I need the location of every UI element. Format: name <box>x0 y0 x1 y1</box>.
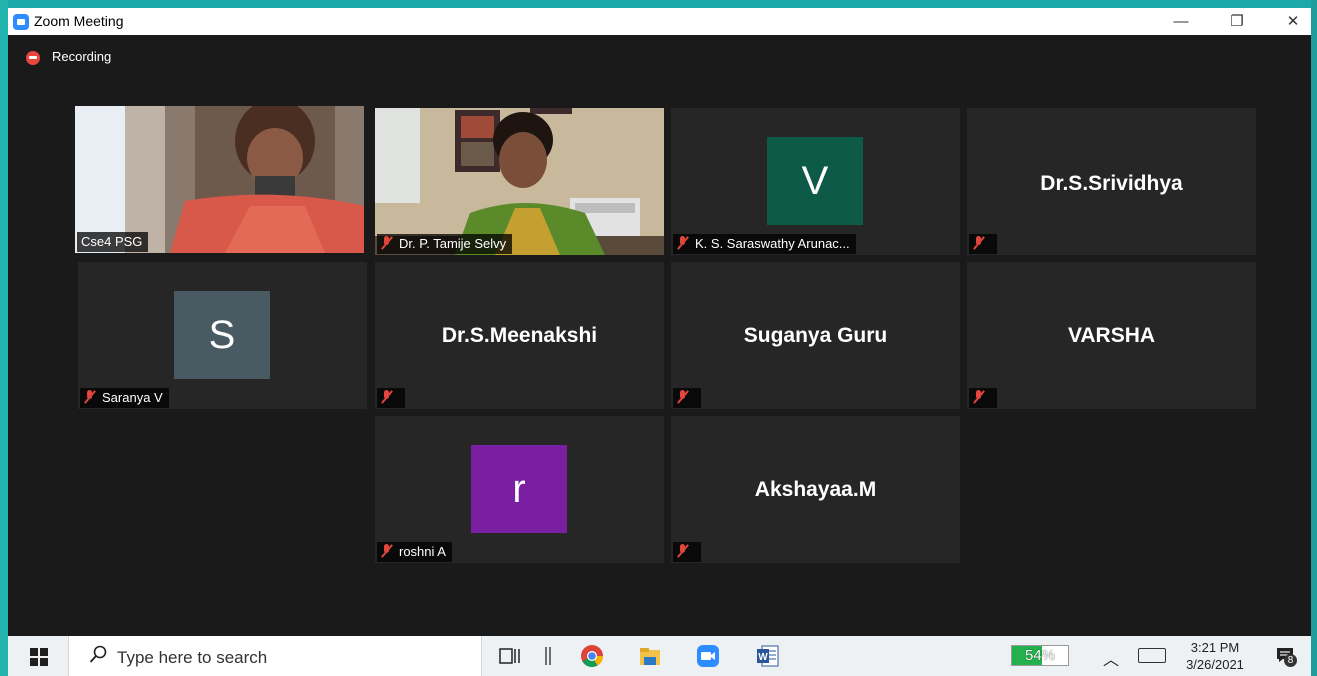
participant-name-tag <box>969 234 997 254</box>
task-view-icon[interactable] <box>498 644 522 668</box>
clock-time: 3:21 PM <box>1190 640 1240 655</box>
participant-name-tag: roshni A <box>377 542 452 562</box>
participant-tile-roshni[interactable]: r roshni A <box>375 416 664 563</box>
participant-name: Dr. P. Tamije Selvy <box>399 236 507 251</box>
battery-indicator[interactable]: 54% <box>1011 645 1069 666</box>
title-bar: Zoom Meeting — ❐ ✕ <box>8 8 1311 35</box>
participant-tile-tamije-selvy[interactable]: Dr. P. Tamije Selvy <box>375 108 664 255</box>
windows-taskbar: Type here to search W 54% ︿ 3:21 PM 3/26… <box>8 636 1311 676</box>
touch-keyboard-icon[interactable] <box>1138 648 1166 663</box>
desktop-frame-left <box>0 0 8 676</box>
participant-name-tag: K. S. Saraswathy Arunac... <box>673 234 856 254</box>
window-title: Zoom Meeting <box>34 13 124 29</box>
notification-count-badge: 8 <box>1284 654 1297 667</box>
participant-display-name: VARSHA <box>1067 324 1156 347</box>
participant-tile-akshayaa[interactable]: Akshayaa.M <box>671 416 960 563</box>
windows-start-icon[interactable] <box>30 648 48 666</box>
taskbar-divider-icon <box>545 647 551 665</box>
participant-video <box>375 108 664 255</box>
zoom-meeting-window: Zoom Meeting — ❐ ✕ Recording Cse4 PSG Dr… <box>8 8 1311 636</box>
participant-tile-suganya[interactable]: Suganya Guru <box>671 262 960 409</box>
desktop-frame-right <box>1311 0 1317 676</box>
participant-display-name: Dr.S.Meenakshi <box>441 324 598 347</box>
show-hidden-icons-button[interactable]: ︿ <box>1103 646 1119 670</box>
participant-video <box>75 106 364 253</box>
mic-muted-icon <box>973 236 985 250</box>
participant-name-tag <box>673 542 701 562</box>
svg-text:W: W <box>758 652 768 663</box>
participant-tile-saraswathy[interactable]: V K. S. Saraswathy Arunac... <box>671 108 960 255</box>
participant-avatar: V <box>767 137 863 225</box>
participant-name: K. S. Saraswathy Arunac... <box>695 236 850 251</box>
participant-name-tag: Cse4 PSG <box>77 232 149 252</box>
participant-name-tag <box>377 388 405 408</box>
participant-name-tag: Dr. P. Tamije Selvy <box>377 234 513 254</box>
participant-display-name: Dr.S.Srividhya <box>1040 172 1183 195</box>
participant-avatar: S <box>174 291 270 379</box>
mic-muted-icon <box>381 236 393 250</box>
recording-bar: Recording <box>8 35 1311 79</box>
zoom-logo-icon <box>13 14 29 30</box>
participant-name-tag: Saranya V <box>80 388 169 408</box>
participant-tile-srividhya[interactable]: Dr.S.Srividhya <box>967 108 1256 255</box>
mic-muted-icon <box>381 544 393 558</box>
participant-name: roshni A <box>399 544 446 559</box>
participant-name: Cse4 PSG <box>81 234 143 249</box>
maximize-button[interactable]: ❐ <box>1214 8 1260 35</box>
chrome-icon[interactable] <box>580 644 604 668</box>
word-icon[interactable]: W <box>756 644 780 668</box>
mic-muted-icon <box>84 390 96 404</box>
close-button[interactable]: ✕ <box>1270 8 1311 35</box>
search-icon <box>89 645 107 663</box>
taskbar-search-box[interactable]: Type here to search <box>68 636 482 676</box>
taskbar-clock[interactable]: 3:21 PM 3/26/2021 <box>1180 639 1250 673</box>
participant-tile-cse4-psg[interactable]: Cse4 PSG <box>75 106 364 253</box>
mic-muted-icon <box>677 236 689 250</box>
mic-muted-icon <box>677 544 689 558</box>
recording-icon[interactable] <box>26 51 40 65</box>
participant-tile-varsha[interactable]: VARSHA <box>967 262 1256 409</box>
recording-label: Recording <box>52 49 112 64</box>
participant-avatar: r <box>471 445 567 533</box>
file-explorer-icon[interactable] <box>638 644 662 668</box>
mic-muted-icon <box>677 390 689 404</box>
clock-date: 3/26/2021 <box>1186 657 1244 672</box>
zoom-taskbar-icon[interactable] <box>696 644 720 668</box>
mic-muted-icon <box>973 390 985 404</box>
participant-name: Saranya V <box>102 390 163 405</box>
participant-display-name: Suganya Guru <box>743 324 888 347</box>
participant-display-name: Akshayaa.M <box>754 478 877 501</box>
battery-percent-label: 54% <box>1024 647 1056 664</box>
search-placeholder: Type here to search <box>117 648 268 667</box>
participant-tile-saranya[interactable]: S Saranya V <box>78 262 367 409</box>
participant-name-tag <box>673 388 701 408</box>
minimize-button[interactable]: — <box>1158 8 1204 35</box>
participant-name-tag <box>969 388 997 408</box>
mic-muted-icon <box>381 390 393 404</box>
participant-tile-meenakshi[interactable]: Dr.S.Meenakshi <box>375 262 664 409</box>
